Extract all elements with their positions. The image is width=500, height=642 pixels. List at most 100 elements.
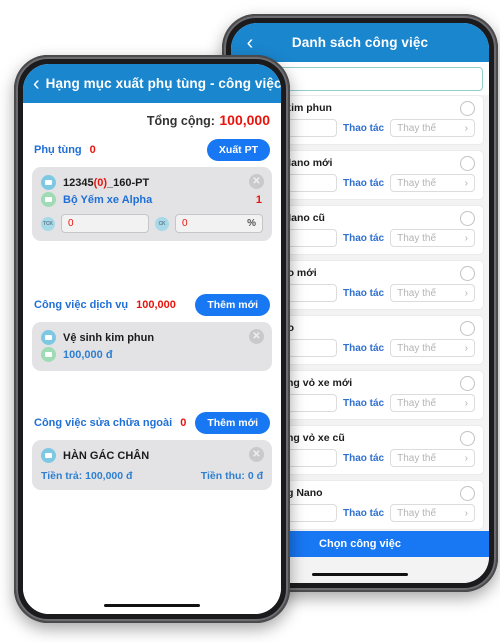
service-card[interactable]: ✕ Vệ sinh kim phun 100,000 đ <box>32 322 272 371</box>
ck-input[interactable]: 0 % <box>175 214 263 233</box>
service-amount-icon <box>41 347 56 362</box>
add-external-button[interactable]: Thêm mới <box>195 412 270 434</box>
part-quantity: 1 <box>255 193 262 206</box>
part-name-line: Bộ Yếm xe Alpha 1 <box>41 191 263 208</box>
tck-label: TCK <box>41 216 55 231</box>
home-indicator-bar <box>312 573 408 576</box>
job-action-label[interactable]: Thao tác <box>343 508 384 519</box>
job-type-select[interactable]: Thay thế › <box>390 394 475 412</box>
job-type-placeholder: Thay thế <box>397 507 437 519</box>
chevron-right-icon: › <box>464 452 468 464</box>
service-section-header: Công việc dịch vụ 100,000 Thêm mới <box>32 291 272 322</box>
chevron-right-icon: › <box>464 507 468 519</box>
part-code-number: 12345 <box>63 176 94 189</box>
job-action-label[interactable]: Thao tác <box>343 178 384 189</box>
close-icon[interactable]: ✕ <box>249 174 264 189</box>
percent-suffix: % <box>247 218 256 229</box>
external-section-header: Công việc sửa chữa ngoài 0 Thêm mới <box>32 409 272 440</box>
part-code: 12345(0)_160-PT <box>63 177 149 189</box>
job-type-placeholder: Thay thế <box>397 122 437 134</box>
job-type-select[interactable]: Thay thế › <box>390 284 475 302</box>
job-type-placeholder: Thay thế <box>397 287 437 299</box>
total-row: Tổng cộng: 100,000 <box>32 103 272 136</box>
job-type-select[interactable]: Thay thế › <box>390 119 475 137</box>
ck-value: 0 <box>182 218 188 229</box>
service-amount: 100,000 đ <box>63 348 113 361</box>
job-action-label[interactable]: Thao tác <box>343 453 384 464</box>
external-section-label-group: Công việc sửa chữa ngoài 0 <box>34 417 186 429</box>
job-radio[interactable] <box>460 431 475 446</box>
job-radio[interactable] <box>460 211 475 226</box>
external-received-label: Tiền thu: 0 đ <box>200 470 263 482</box>
job-radio[interactable] <box>460 486 475 501</box>
chevron-right-icon: › <box>464 122 468 134</box>
chevron-right-icon: › <box>464 397 468 409</box>
service-section-spacer <box>32 375 272 409</box>
job-radio[interactable] <box>460 376 475 391</box>
external-name-line: HÀN GÁC CHÂN <box>41 447 263 464</box>
job-action-label[interactable]: Thao tác <box>343 233 384 244</box>
parts-section-title: Phụ tùng <box>34 144 82 156</box>
close-icon[interactable]: ✕ <box>249 329 264 344</box>
service-section-title: Công việc dịch vụ <box>34 299 129 311</box>
chevron-right-icon: › <box>464 232 468 244</box>
service-section-label-group: Công việc dịch vụ 100,000 <box>34 299 176 311</box>
chevron-right-icon: › <box>464 177 468 189</box>
parts-section-header: Phụ tùng 0 Xuất PT <box>32 136 272 167</box>
job-type-select[interactable]: Thay thế › <box>390 229 475 247</box>
job-action-label[interactable]: Thao tác <box>343 398 384 409</box>
ck-label: CK <box>155 216 169 231</box>
total-label: Tổng cộng: <box>146 114 215 128</box>
tck-value: 0 <box>68 218 74 229</box>
home-indicator-bar <box>104 604 200 607</box>
external-section-count: 0 <box>180 417 187 429</box>
close-icon[interactable]: ✕ <box>249 447 264 462</box>
part-card[interactable]: ✕ 12345(0)_160-PT Bộ Yếm xe Alpha 1 TCK … <box>32 167 272 241</box>
back-phone-title: Danh sách công việc <box>291 35 429 50</box>
back-button-icon[interactable]: ‹ <box>33 74 40 94</box>
job-radio[interactable] <box>460 266 475 281</box>
external-name: HÀN GÁC CHÂN <box>63 449 150 462</box>
job-radio[interactable] <box>460 156 475 171</box>
service-name-line: Vệ sinh kim phun <box>41 329 263 346</box>
job-action-label[interactable]: Thao tác <box>343 123 384 134</box>
parts-section-spacer <box>32 245 272 291</box>
job-action-label[interactable]: Thao tác <box>343 288 384 299</box>
export-parts-button[interactable]: Xuất PT <box>206 139 270 161</box>
part-code-line: 12345(0)_160-PT <box>41 174 263 191</box>
part-name-icon <box>41 192 56 207</box>
job-type-select[interactable]: Thay thế › <box>390 339 475 357</box>
external-card[interactable]: ✕ HÀN GÁC CHÂN Tiền trả: 100,000 đ Tiền … <box>32 440 272 490</box>
parts-work-screen: Tổng cộng: 100,000 Phụ tùng 0 Xuất PT ✕ … <box>23 103 281 614</box>
job-type-select[interactable]: Thay thế › <box>390 449 475 467</box>
job-type-placeholder: Thay thế <box>397 342 437 354</box>
chevron-right-icon: › <box>464 342 468 354</box>
parts-section-label-group: Phụ tùng 0 <box>34 144 96 156</box>
add-service-button[interactable]: Thêm mới <box>195 294 270 316</box>
front-phone-device: ‹ Hạng mục xuất phụ tùng - công việc Tổn… <box>14 55 290 623</box>
external-name-icon <box>41 448 56 463</box>
service-name-icon <box>41 330 56 345</box>
home-indicator <box>23 604 281 607</box>
part-code-suffix: _160-PT <box>107 176 150 189</box>
job-type-placeholder: Thay thế <box>397 232 437 244</box>
job-radio[interactable] <box>460 101 475 116</box>
front-phone-screen: ‹ Hạng mục xuất phụ tùng - công việc Tổn… <box>23 64 281 614</box>
service-section-total: 100,000 <box>136 299 176 311</box>
job-type-select[interactable]: Thay thế › <box>390 174 475 192</box>
external-amounts-row: Tiền trả: 100,000 đ Tiền thu: 0 đ <box>41 470 263 482</box>
service-amount-line: 100,000 đ <box>41 346 263 363</box>
job-radio[interactable] <box>460 321 475 336</box>
job-type-select[interactable]: Thay thế › <box>390 504 475 522</box>
parts-section-count: 0 <box>89 144 96 156</box>
tck-input[interactable]: 0 <box>61 214 149 233</box>
screenshot-stage: ‹ Danh sách công việc Vệ sinh kim phun T… <box>0 0 500 642</box>
job-action-label[interactable]: Thao tác <box>343 343 384 354</box>
total-value: 100,000 <box>219 112 270 128</box>
back-button-icon[interactable]: ‹ <box>241 33 259 53</box>
external-paid-label: Tiền trả: 100,000 đ <box>41 470 133 482</box>
part-discount-row: TCK 0 CK 0 % <box>41 214 263 233</box>
part-name: Bộ Yếm xe Alpha <box>63 193 153 206</box>
chevron-right-icon: › <box>464 287 468 299</box>
part-code-icon <box>41 175 56 190</box>
